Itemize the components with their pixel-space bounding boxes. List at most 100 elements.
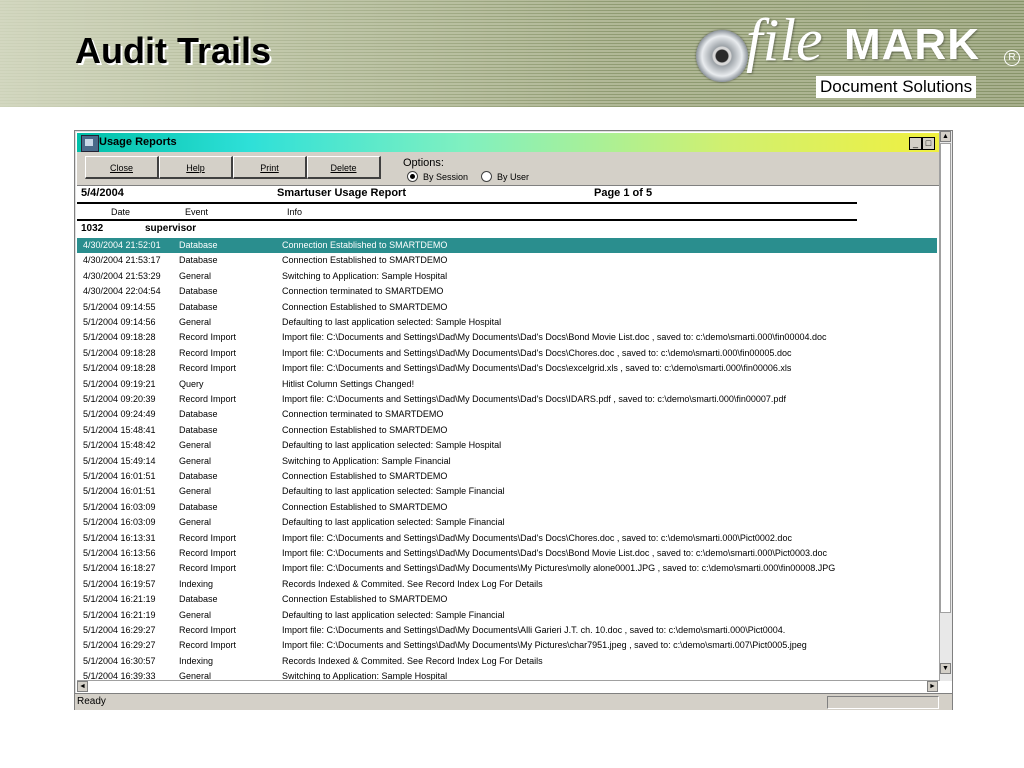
filemark-logo: file MARK R Document Solutions <box>690 4 1024 104</box>
table-row[interactable]: 5/1/2004 16:13:31 Record Import Import fil… <box>77 531 937 546</box>
cell-info: Connection Established to SMARTDEMO <box>282 471 448 481</box>
radio-unchecked-icon[interactable] <box>481 171 492 182</box>
report-toolbar: Close Help Print Delete Options: By Sess… <box>77 152 939 186</box>
cell-info: Import file: C:\Documents and Settings\D… <box>282 625 786 635</box>
cell-event: Database <box>179 501 218 512</box>
table-row[interactable]: 5/1/2004 16:29:27 Record Import Import fil… <box>77 638 937 653</box>
cell-info: Connection Established to SMARTDEMO <box>282 501 448 512</box>
by-session-label: By Session <box>423 171 469 182</box>
table-row[interactable]: 5/1/2004 16:03:09 General Defaulting to la… <box>77 515 937 530</box>
table-row[interactable]: 5/1/2004 16:18:27 Record Import Import fil… <box>77 561 937 576</box>
logo-mark-text: MARK <box>844 20 980 69</box>
table-row[interactable]: 5/1/2004 15:49:14 General Switching to App… <box>77 454 937 469</box>
cell-event: General <box>179 486 212 497</box>
report-date: 5/4/2004 <box>81 187 124 199</box>
table-row[interactable]: 5/1/2004 09:24:49 Database Connection term… <box>77 407 937 422</box>
cell-event: Database <box>179 301 218 312</box>
print-button[interactable]: Print <box>233 156 307 179</box>
cell-info: Import file: C:\Documents and Settings\D… <box>282 394 786 404</box>
table-row[interactable]: 5/1/2004 15:48:42 General Defaulting to la… <box>77 438 937 453</box>
cell-info: Connection Established to SMARTDEMO <box>282 255 448 266</box>
cell-event: Record Import <box>179 363 237 374</box>
cell-info: Connection Established to SMARTDEMO <box>282 240 448 250</box>
scroll-up-icon[interactable]: ▲ <box>940 131 951 142</box>
cell-info: Hitlist Column Settings Changed! <box>282 378 415 389</box>
horizontal-scrollbar[interactable]: ◄ ► <box>77 680 939 692</box>
window-titlebar[interactable]: Usage Reports _ □ <box>77 133 939 152</box>
table-row[interactable]: 5/1/2004 16:21:19 General Defaulting to la… <box>77 608 937 623</box>
cell-info: Defaulting to last application selected:… <box>282 317 502 327</box>
table-row[interactable]: 5/1/2004 16:21:19 Database Connection Esta… <box>77 592 937 607</box>
help-button[interactable]: Help <box>159 156 233 179</box>
cell-event: General <box>179 270 212 281</box>
cell-event: Database <box>179 286 218 297</box>
cell-event: Record Import <box>179 625 237 635</box>
status-text: Ready <box>77 696 106 707</box>
maximize-button[interactable]: □ <box>922 137 935 150</box>
scroll-left-icon[interactable]: ◄ <box>77 681 88 692</box>
cell-event: Record Import <box>179 332 237 343</box>
table-row[interactable]: 5/1/2004 09:19:21 Query Hitlist Column Set… <box>77 377 937 392</box>
cell-info: Connection Established to SMARTDEMO <box>282 301 448 312</box>
cell-info: Import file: C:\Documents and Settings\D… <box>282 332 827 343</box>
cell-event: Record Import <box>179 394 237 404</box>
table-row[interactable]: 5/1/2004 09:18:28 Record Import Import fil… <box>77 346 937 361</box>
column-header-info: Info <box>287 207 303 217</box>
cell-event: Database <box>179 594 218 605</box>
radio-checked-icon[interactable] <box>407 171 418 182</box>
cell-event: Database <box>179 471 218 481</box>
table-row[interactable]: 5/1/2004 16:01:51 General Defaulting to la… <box>77 484 937 499</box>
table-row[interactable]: 4/30/2004 21:53:17 Database Connection Est… <box>77 253 937 268</box>
table-row[interactable]: 5/1/2004 09:18:28 Record Import Import fil… <box>77 330 937 345</box>
cell-date: 5/1/2004 15:48:42 <box>83 440 156 451</box>
by-user-radio[interactable]: By User <box>481 171 529 182</box>
cell-event: Record Import <box>179 563 237 574</box>
cell-info: Connection Established to SMARTDEMO <box>282 424 448 435</box>
cell-info: Defaulting to last application selected:… <box>282 486 505 497</box>
table-row[interactable]: 5/1/2004 16:01:51 Database Connection Esta… <box>77 469 937 484</box>
by-session-radio[interactable]: By Session <box>407 171 468 182</box>
table-row[interactable]: 5/1/2004 16:19:57 Indexing Records Indexed… <box>77 577 937 592</box>
cell-event: Database <box>179 240 218 250</box>
cell-date: 5/1/2004 16:18:27 <box>83 563 156 574</box>
table-row[interactable]: 4/30/2004 21:53:29 General Switching to Ap… <box>77 269 937 284</box>
cell-date: 5/1/2004 09:19:21 <box>83 378 156 389</box>
cell-info: Records Indexed & Commited. See Record I… <box>282 578 543 589</box>
table-row[interactable]: 5/1/2004 15:48:41 Database Connection Esta… <box>77 423 937 438</box>
cell-date: 5/1/2004 09:24:49 <box>83 409 156 420</box>
delete-button[interactable]: Delete <box>307 156 381 179</box>
group-id: 1032 <box>81 223 104 234</box>
table-row[interactable]: 5/1/2004 16:03:09 Database Connection Esta… <box>77 500 937 515</box>
table-row[interactable]: 5/1/2004 16:13:56 Record Import Import fil… <box>77 546 937 561</box>
table-row[interactable]: 5/1/2004 09:14:55 Database Connection Esta… <box>77 300 937 315</box>
close-button[interactable]: Close <box>85 156 159 179</box>
table-row[interactable]: 4/30/2004 21:52:01 Database Connection Est… <box>77 238 937 253</box>
table-row[interactable]: 4/30/2004 22:04:54 Database Connection ter… <box>77 284 937 299</box>
cell-event: Database <box>179 409 218 420</box>
cell-date: 5/1/2004 16:21:19 <box>83 594 156 605</box>
table-row[interactable]: 5/1/2004 16:30:57 Indexing Records Indexed… <box>77 654 937 669</box>
vertical-scroll-thumb[interactable] <box>940 143 951 613</box>
scroll-down-icon[interactable]: ▼ <box>940 663 951 674</box>
table-row[interactable]: 5/1/2004 09:14:56 General Defaulting to la… <box>77 315 937 330</box>
cell-info: Records Indexed & Commited. See Record I… <box>282 655 543 666</box>
cell-date: 5/1/2004 15:48:41 <box>83 424 156 435</box>
cell-date: 4/30/2004 21:52:01 <box>83 240 161 250</box>
status-panel <box>827 696 939 709</box>
cell-event: Database <box>179 255 218 266</box>
cell-date: 5/1/2004 16:19:57 <box>83 578 156 589</box>
scroll-right-icon[interactable]: ► <box>927 681 938 692</box>
app-icon <box>81 135 99 152</box>
cell-event: Record Import <box>179 347 237 358</box>
vertical-scrollbar[interactable]: ▲ ▼ <box>939 131 952 681</box>
cell-info: Switching to Application: Sample Financi… <box>282 455 451 466</box>
cell-info: Connection terminated to SMARTDEMO <box>282 409 444 420</box>
cell-info: Defaulting to last application selected:… <box>282 440 502 451</box>
table-row[interactable]: 5/1/2004 09:18:28 Record Import Import fil… <box>77 361 937 376</box>
registered-icon: R <box>1004 50 1020 66</box>
cell-date: 5/1/2004 09:14:56 <box>83 317 156 327</box>
minimize-button[interactable]: _ <box>909 137 922 150</box>
table-row[interactable]: 5/1/2004 16:29:27 Record Import Import fil… <box>77 623 937 638</box>
table-row[interactable]: 5/1/2004 09:20:39 Record Import Import fil… <box>77 392 937 407</box>
cell-event: Indexing <box>179 655 214 666</box>
